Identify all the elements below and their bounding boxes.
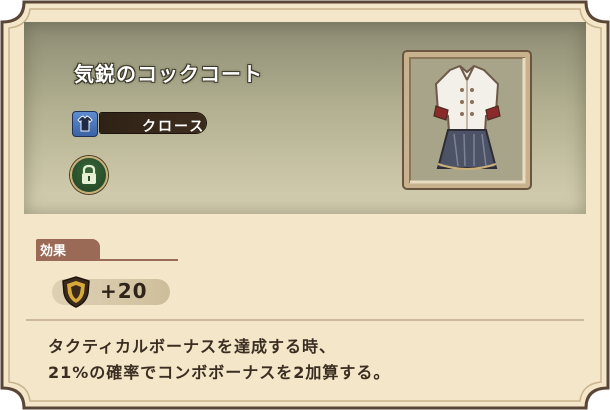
effects-section-underline <box>36 259 178 261</box>
stat-value: +20 <box>100 279 148 303</box>
item-detail-card: 気鋭のコックコート クロース 効果 +20 タクティカルボーナスを達成する時、 … <box>0 0 610 410</box>
effects-divider <box>26 319 584 321</box>
item-type-label: クロース <box>142 119 206 135</box>
effects-section-label: 効果 <box>40 244 67 259</box>
effect-description-line: 21%の確率でコンボボーナスを2加算する。 <box>48 363 391 382</box>
shield-icon <box>60 275 92 309</box>
effect-description: タクティカルボーナスを達成する時、 21%の確率でコンボボーナスを2加算する。 <box>48 334 568 386</box>
item-name: 気鋭のコックコート <box>74 62 263 86</box>
lock-icon[interactable] <box>70 156 108 194</box>
item-type-badge: クロース <box>72 111 206 137</box>
clothing-icon <box>72 111 98 137</box>
effect-description-line: タクティカルボーナスを達成する時、 <box>48 337 337 356</box>
cook-coat-icon <box>433 64 501 170</box>
item-type-pill: クロース <box>100 113 206 135</box>
item-portrait <box>402 50 532 190</box>
